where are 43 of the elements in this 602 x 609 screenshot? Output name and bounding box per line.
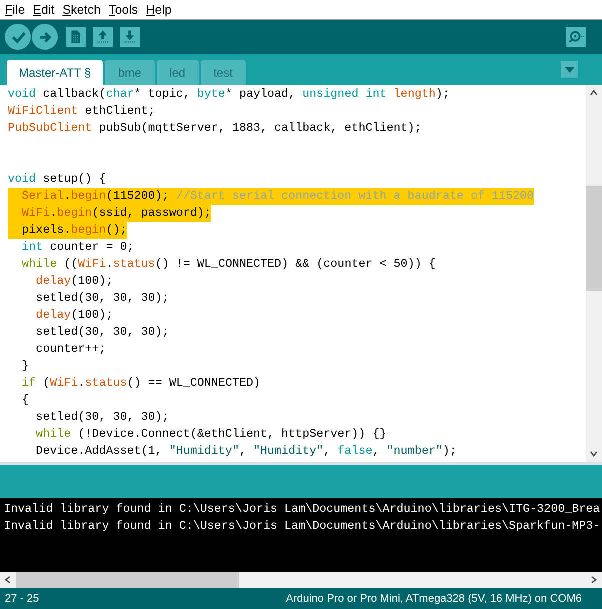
code-line: void callback(char* topic, byte* payload, unsigned int length); xyxy=(8,86,450,103)
scrollbar-thumb[interactable] xyxy=(586,186,602,291)
code-line: delay(100); xyxy=(35,307,114,324)
console-line: Invalid library found in C:\Users\Joris Lam\Documents\Arduino\libraries\Sparkfun-MP3- xyxy=(4,518,602,535)
upload-button[interactable] xyxy=(32,24,58,50)
menu-item[interactable]: Tools xyxy=(108,2,142,16)
code-line: counter++; xyxy=(35,341,106,358)
code-line: void setup() { xyxy=(8,171,106,188)
serial-monitor-button[interactable] xyxy=(566,27,586,47)
code-line: PubSubClient pubSub(mqttServer, 1883, callback, ethClient); xyxy=(8,120,422,137)
code-line: delay(100); xyxy=(35,273,114,290)
menu-item[interactable]: File xyxy=(4,2,30,16)
scroll-left-icon[interactable] xyxy=(3,575,13,585)
cursor-position: 27 - 25 xyxy=(5,592,40,604)
menu-item[interactable]: Help xyxy=(145,2,176,16)
code-line: setled(30, 30, 30); xyxy=(35,324,170,341)
scroll-up-icon[interactable] xyxy=(589,88,599,98)
tab[interactable]: Master-ATT § xyxy=(7,60,104,85)
code-line: } xyxy=(21,358,30,375)
menu-item[interactable]: Edit xyxy=(32,2,59,16)
caret-icon xyxy=(564,66,574,72)
save-button[interactable] xyxy=(120,27,140,47)
new-button[interactable] xyxy=(66,27,86,47)
code-line: Device.AddAsset(1, "Humidity", "Humidity", false, "number"); xyxy=(35,443,457,460)
scrollbar-thumb[interactable] xyxy=(16,572,239,588)
scroll-down-icon[interactable] xyxy=(589,449,599,459)
code-line: while (!Device.Connect(&ethClient, httpServer)) {} xyxy=(35,426,387,443)
code-line: { xyxy=(21,392,30,409)
code-line: setled(30, 30, 30); xyxy=(35,290,170,307)
code-line: while ((WiFi.status() != WL_CONNECTED) && (counter < 50)) { xyxy=(21,256,436,273)
board-info: Arduino Pro or Pro Mini, ATmega328 (5V, 16 MHz) on COM6 xyxy=(286,592,582,604)
horizontal-scrollbar[interactable] xyxy=(0,572,602,588)
scroll-right-icon[interactable] xyxy=(589,575,599,585)
menu-item[interactable]: Sketch xyxy=(62,2,105,16)
console-line: Invalid library found in C:\Users\Joris Lam\Documents\Arduino\libraries\ITG-3200_Brea xyxy=(4,501,602,518)
open-button[interactable] xyxy=(93,27,113,47)
code-line: setled(30, 30, 30); xyxy=(35,409,170,426)
code-line: if (WiFi.status() == WL_CONNECTED) xyxy=(21,375,261,392)
vertical-scrollbar[interactable] xyxy=(586,85,602,462)
code-line: int counter = 0; xyxy=(21,239,134,256)
code-line: WiFiClient ethClient; xyxy=(8,103,156,120)
verify-button[interactable] xyxy=(5,24,31,50)
tab-menu-button[interactable] xyxy=(561,61,578,78)
